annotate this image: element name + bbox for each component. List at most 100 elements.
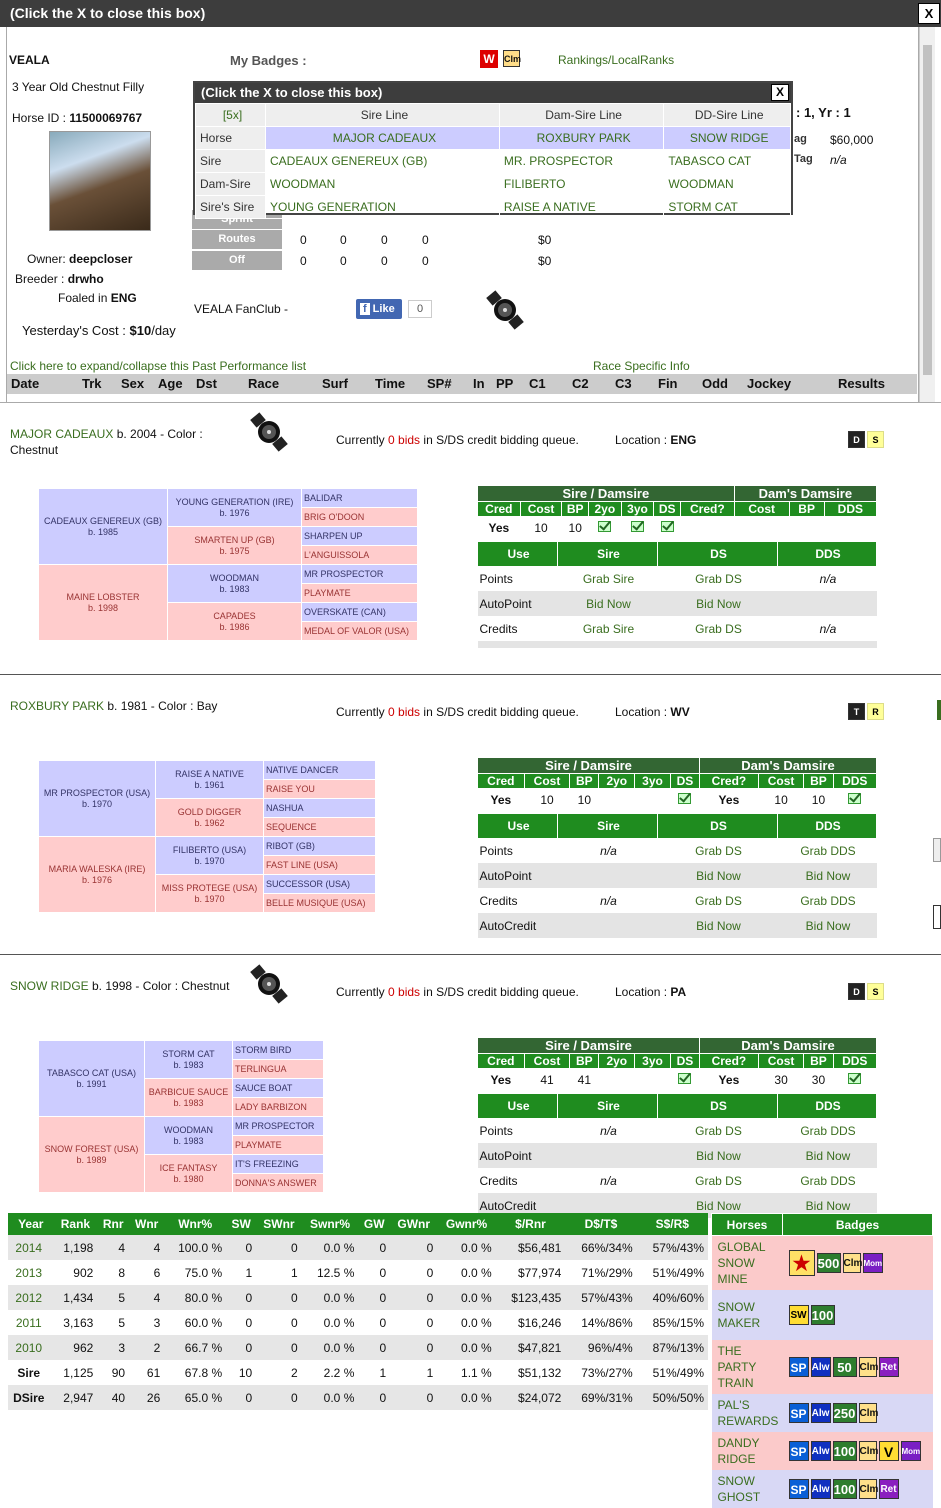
owner-value[interactable]: deepcloser xyxy=(69,252,132,266)
ped-g[interactable]: MR PROSPECTOR xyxy=(301,564,418,584)
col-c1[interactable]: C1 xyxy=(529,376,546,391)
ped-g[interactable]: BALIDAR xyxy=(301,488,418,508)
year-link[interactable]: 2012 xyxy=(8,1285,54,1310)
ped-g[interactable]: RIBOT (GB) xyxy=(263,836,376,856)
popup-horse-link[interactable]: STORM CAT xyxy=(663,195,791,219)
ped-dam[interactable]: SNOW FOREST (USA) b. 1989 xyxy=(38,1116,145,1193)
ped-sire-sire[interactable]: YOUNG GENERATION (IRE) b. 1976 xyxy=(167,488,302,527)
progeny-link[interactable]: GLOBAL SNOW MINE xyxy=(711,1235,783,1290)
ped-g[interactable]: L'ANGUISSOLA xyxy=(301,545,418,565)
bid-now-link[interactable]: Bid Now xyxy=(657,863,778,888)
edge-tab[interactable] xyxy=(933,838,941,862)
breeder-value[interactable]: drwho xyxy=(68,272,104,286)
scrollbar[interactable] xyxy=(919,27,935,402)
edge-tab[interactable] xyxy=(933,905,941,929)
bid-now-link[interactable]: Bid Now xyxy=(657,913,778,938)
ped-g[interactable]: DONNA'S ANSWER xyxy=(232,1173,324,1193)
bid-now-link[interactable]: Bid Now xyxy=(657,641,778,648)
popup-5x-link[interactable]: [5x] xyxy=(195,103,266,127)
bid-now-link[interactable]: Bid Now xyxy=(777,1143,877,1168)
ped-sire-sire[interactable]: RAISE A NATIVE b. 1961 xyxy=(155,760,264,799)
stud-name-link[interactable]: SNOW RIDGE xyxy=(10,979,89,993)
stud-name-link[interactable]: ROXBURY PARK xyxy=(10,699,104,713)
bid-now-link[interactable]: Bid Now xyxy=(657,591,778,616)
ped-g[interactable]: STORM BIRD xyxy=(232,1040,324,1060)
col-age[interactable]: Age xyxy=(158,376,183,391)
ped-dam-dam[interactable]: CAPADES b. 1986 xyxy=(167,602,302,641)
year-link[interactable]: 2011 xyxy=(8,1310,54,1335)
progeny-link[interactable]: SNOW GHOST xyxy=(711,1469,783,1508)
popup-horse-link[interactable]: MAJOR CADEAUX xyxy=(265,126,500,150)
ped-sire[interactable]: TABASCO CAT (USA) b. 1991 xyxy=(38,1040,145,1117)
bid-now-link[interactable]: Bid Now xyxy=(657,1143,778,1168)
watch-icon[interactable] xyxy=(484,289,526,331)
grab-ds-link[interactable]: Grab DS xyxy=(658,1168,778,1193)
col-c2[interactable]: C2 xyxy=(572,376,589,391)
popup-horse-link[interactable]: WOODMAN xyxy=(265,172,500,196)
ped-sire-dam[interactable]: BARBICUE SAUCE b. 1983 xyxy=(144,1078,233,1117)
popup-horse-link[interactable]: ROXBURY PARK xyxy=(498,126,665,150)
grab-dds-link[interactable]: Grab DDS xyxy=(778,1168,877,1193)
ped-g[interactable]: BRIG O'DOON xyxy=(301,507,418,527)
bid-now-link[interactable]: Bid Now xyxy=(777,863,877,888)
ped-dam-sire[interactable]: WOODMAN b. 1983 xyxy=(167,564,302,603)
popup-horse-link[interactable]: WOODMAN xyxy=(663,172,791,196)
col-sp[interactable]: SP# xyxy=(427,376,452,391)
ped-g[interactable]: IT'S FREEZING xyxy=(232,1154,324,1174)
col-time[interactable]: Time xyxy=(375,376,405,391)
year-link[interactable]: 2010 xyxy=(8,1335,54,1360)
col-race[interactable]: Race xyxy=(248,376,279,391)
col-c3[interactable]: C3 xyxy=(615,376,632,391)
ped-g[interactable]: NASHUA xyxy=(263,798,376,818)
race-info-link[interactable]: Race Specific Info xyxy=(593,359,690,373)
ped-g[interactable]: FAST LINE (USA) xyxy=(263,855,376,875)
col-jockey[interactable]: Jockey xyxy=(747,376,791,391)
progeny-link[interactable]: DANDY RIDGE xyxy=(711,1431,783,1470)
stud-name-link[interactable]: MAJOR CADEAUX xyxy=(10,427,113,441)
grab-ds-link[interactable]: Grab DS xyxy=(658,838,778,863)
col-pp[interactable]: PP xyxy=(496,376,513,391)
grab-dds-link[interactable]: Grab DDS xyxy=(778,838,877,863)
popup-close-button[interactable]: X xyxy=(771,84,789,101)
col-dst[interactable]: Dst xyxy=(196,376,217,391)
col-odd[interactable]: Odd xyxy=(702,376,728,391)
ped-dam-sire[interactable]: WOODMAN b. 1983 xyxy=(144,1116,233,1155)
popup-horse-link[interactable]: FILIBERTO xyxy=(498,172,665,196)
ped-g[interactable]: MEDAL OF VALOR (USA) xyxy=(301,621,418,641)
ped-g[interactable]: PLAYMATE xyxy=(301,583,418,603)
ped-dam-dam[interactable]: MISS PROTEGE (USA) b. 1970 xyxy=(155,874,264,913)
popup-horse-link[interactable]: YOUNG GENERATION xyxy=(265,195,500,219)
grab-sire-link[interactable]: Grab Sire xyxy=(558,616,658,641)
watch-icon[interactable] xyxy=(248,411,290,453)
ped-g[interactable]: SUCCESSOR (USA) xyxy=(263,874,376,894)
ped-g[interactable]: BELLE MUSIQUE (USA) xyxy=(263,893,376,913)
ped-sire[interactable]: MR PROSPECTOR (USA) b. 1970 xyxy=(38,760,156,837)
bid-now-link[interactable]: Bid Now xyxy=(777,913,877,938)
facebook-like-button[interactable]: f Like xyxy=(356,299,402,319)
ped-dam[interactable]: MARIA WALESKA (IRE) b. 1976 xyxy=(38,836,156,913)
ped-dam-sire[interactable]: FILIBERTO (USA) b. 1970 xyxy=(155,836,264,875)
ped-g[interactable]: TERLINGUA xyxy=(232,1059,324,1079)
popup-horse-link[interactable]: MR. PROSPECTOR xyxy=(498,149,665,173)
ped-sire-sire[interactable]: STORM CAT b. 1983 xyxy=(144,1040,233,1079)
ped-g[interactable]: SAUCE BOAT xyxy=(232,1078,324,1098)
grab-ds-link[interactable]: Grab DS xyxy=(658,616,778,641)
ped-g[interactable]: LADY BARBIZON xyxy=(232,1097,324,1117)
bid-now-link[interactable]: Bid Now xyxy=(557,591,658,616)
col-fin[interactable]: Fin xyxy=(658,376,678,391)
col-date[interactable]: Date xyxy=(11,376,39,391)
ped-sire[interactable]: CADEAUX GENEREUX (GB) b. 1985 xyxy=(38,488,168,565)
watch-icon[interactable] xyxy=(248,963,290,1005)
popup-horse-link[interactable]: TABASCO CAT xyxy=(663,149,791,173)
ped-sire-dam[interactable]: GOLD DIGGER b. 1962 xyxy=(155,798,264,837)
col-in[interactable]: In xyxy=(473,376,485,391)
ped-g[interactable]: OVERSKATE (CAN) xyxy=(301,602,418,622)
progeny-link[interactable]: THE PARTY TRAIN xyxy=(711,1339,783,1394)
ped-g[interactable]: PLAYMATE xyxy=(232,1135,324,1155)
year-link[interactable]: 2013 xyxy=(8,1260,54,1285)
bid-now-link[interactable]: Bid Now xyxy=(557,641,658,648)
popup-horse-link[interactable]: SNOW RIDGE xyxy=(663,126,791,150)
grab-ds-link[interactable]: Grab DS xyxy=(658,1118,778,1143)
ped-dam-dam[interactable]: ICE FANTASY b. 1980 xyxy=(144,1154,233,1193)
col-trk[interactable]: Trk xyxy=(82,376,102,391)
